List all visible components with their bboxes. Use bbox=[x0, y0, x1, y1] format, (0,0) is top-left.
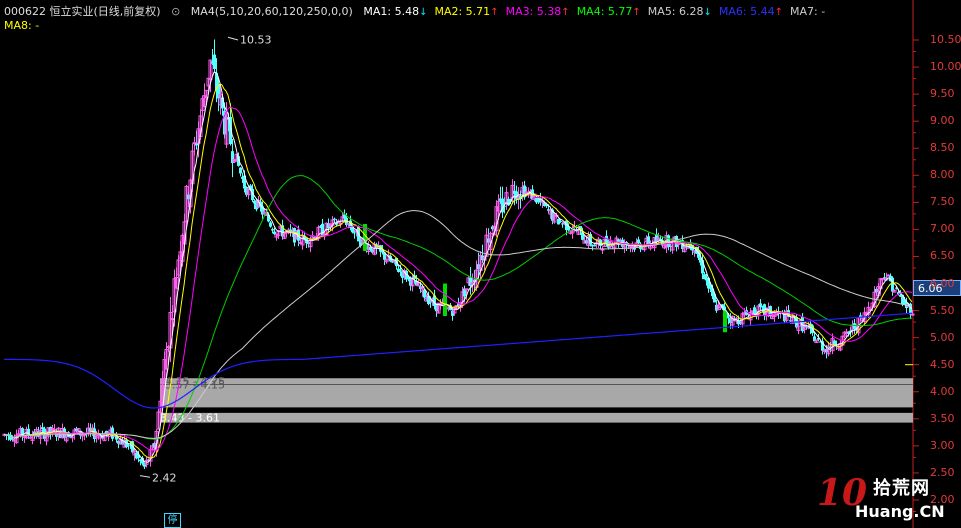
candle-body bbox=[883, 277, 886, 279]
low-pointer bbox=[139, 475, 151, 478]
ma-value-2: MA2: 5.71↑ bbox=[434, 5, 499, 18]
candle-body bbox=[127, 445, 130, 447]
support-band-1 bbox=[160, 378, 913, 385]
low-label: 2.42 bbox=[152, 471, 177, 484]
candle-body bbox=[353, 232, 356, 234]
axis-tick-label: 5.50 bbox=[930, 303, 955, 317]
candle-body bbox=[11, 438, 14, 440]
candle-body bbox=[399, 270, 402, 272]
axis-tick-label: 4.50 bbox=[930, 357, 955, 371]
band-label-3: 3.43 - 3.61 bbox=[160, 412, 220, 425]
axis-tick-label: 6.00 bbox=[930, 276, 955, 290]
axis-tick-label: 7.50 bbox=[930, 195, 955, 209]
candle-body bbox=[910, 313, 915, 316]
ma-value-1: MA1: 5.48↓ bbox=[363, 5, 428, 18]
stock-title: 000622 恒立实业(日线,前复权) bbox=[4, 5, 161, 18]
ma-value-7: MA7: - bbox=[790, 5, 826, 18]
band-label-2: 3.57 - 4.15 bbox=[165, 378, 225, 391]
ma-legend-row-1: 000622 恒立实业(日线,前复权) ⊙ MA4(5,10,20,60,120… bbox=[4, 3, 839, 19]
candle-body bbox=[559, 220, 562, 222]
ma-value-3: MA3: 5.38↑ bbox=[505, 5, 570, 18]
axis-tick-label: 9.50 bbox=[930, 87, 955, 101]
candle-body bbox=[170, 318, 175, 321]
candle-body bbox=[593, 244, 596, 247]
axis-tick-label: 3.00 bbox=[930, 438, 955, 452]
ma-value-6: MA6: 5.44↑ bbox=[718, 5, 784, 18]
candle-body-bear bbox=[723, 310, 727, 333]
candle-body bbox=[269, 222, 272, 227]
stop-trading-badge: 停 bbox=[164, 513, 181, 528]
ma-value-4: MA4: 5.77↑ bbox=[576, 5, 641, 18]
axis-tick-label: 6.50 bbox=[930, 249, 955, 263]
watermark-en: Huang.CN bbox=[855, 502, 945, 521]
candlestick-chart[interactable]: 4.15 - 4.253.57 - 4.153.43 - 3.6110.532.… bbox=[0, 0, 961, 528]
ma-legend-row-2: MA8: - bbox=[4, 19, 46, 32]
stock-chart-window: 4.15 - 4.25 3.57 - 4.15 3.43 - 3.61 10.53 2.… bbox=[0, 0, 961, 528]
candle-body bbox=[727, 317, 730, 319]
ma-value-5: MA5: 6.28↓ bbox=[647, 5, 712, 18]
candle-body bbox=[213, 54, 216, 69]
support-band-2 bbox=[160, 384, 913, 408]
axis-tick-label: 8.50 bbox=[930, 141, 955, 155]
candle-body bbox=[271, 229, 274, 231]
candle-body bbox=[464, 288, 469, 291]
high-pointer bbox=[227, 36, 239, 41]
axis-tick-label: 5.00 bbox=[930, 330, 955, 344]
high-label: 10.53 bbox=[240, 33, 272, 46]
support-band-3 bbox=[160, 412, 913, 423]
watermark-cn: 拾荒网 bbox=[873, 478, 930, 499]
candle-body bbox=[239, 167, 242, 174]
axis-tick-label: 8.00 bbox=[930, 168, 955, 182]
candle-body bbox=[667, 235, 670, 247]
axis-tick-label: 7.00 bbox=[930, 222, 955, 236]
axis-tick-label: 3.50 bbox=[930, 411, 955, 425]
ma8-label: MA8: - bbox=[4, 19, 40, 32]
ma4-params: MA4(5,10,20,60,120,250,0,0) bbox=[190, 5, 353, 18]
axis-tick-label: 10.50 bbox=[930, 33, 961, 46]
candle-body bbox=[82, 433, 87, 436]
axis-tick-label: 10.00 bbox=[930, 60, 961, 74]
watermark-logo: 10 拾荒网 Huang.CN bbox=[815, 470, 960, 528]
axis-tick-label: 9.00 bbox=[930, 114, 955, 128]
candle-body-bear bbox=[443, 283, 447, 316]
candle-body bbox=[637, 239, 640, 244]
dropdown-icon[interactable]: ⊙ bbox=[171, 5, 180, 18]
candle-body bbox=[469, 277, 472, 287]
ma-values: MA1: 5.48↓ MA2: 5.71↑ MA3: 5.38↑ MA4: 5.77↑… bbox=[363, 5, 832, 18]
candle-body bbox=[333, 218, 336, 220]
axis-tick-label: 4.00 bbox=[930, 384, 955, 398]
